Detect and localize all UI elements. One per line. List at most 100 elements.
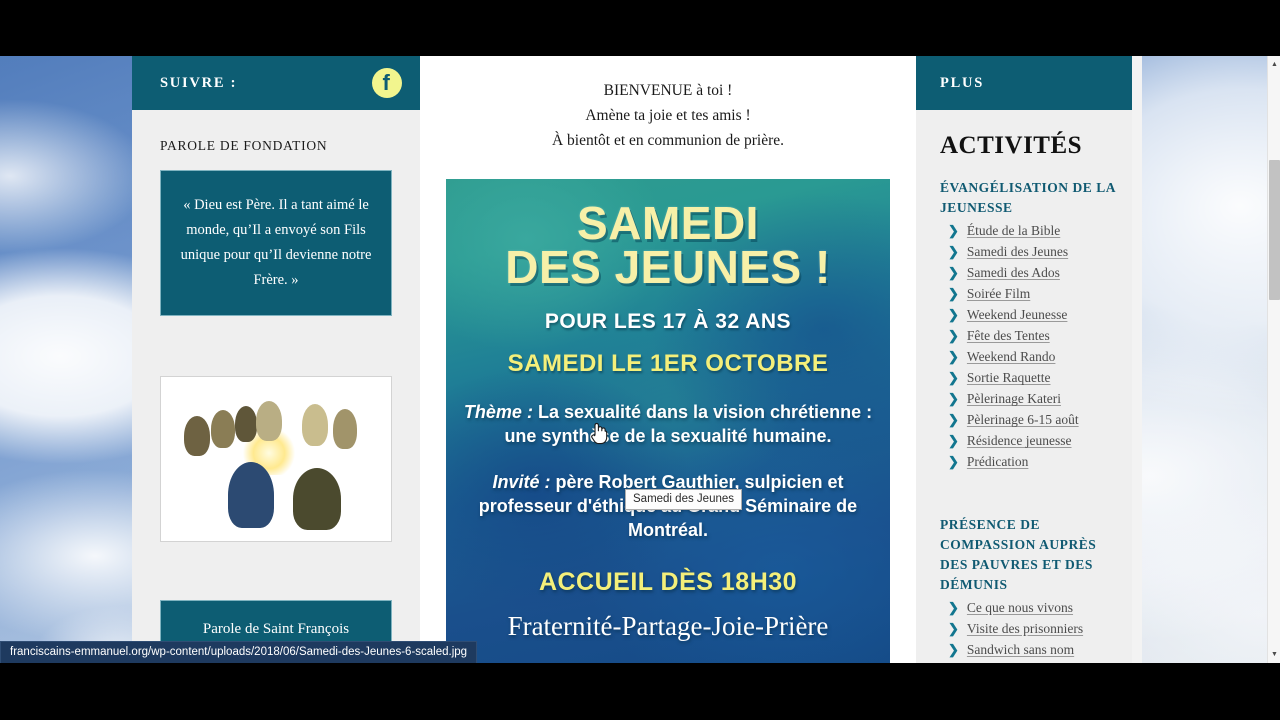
link-label[interactable]: Étude de la Bible — [967, 223, 1060, 239]
nativity-image — [167, 383, 385, 535]
chevron-right-icon: ❯ — [948, 600, 959, 616]
link-label[interactable]: Pèlerinage Kateri — [967, 391, 1061, 407]
follow-label: SUIVRE : — [160, 74, 238, 91]
poster-motto: Fraternité-Partage-Joie-Prière — [507, 611, 829, 642]
list-item[interactable]: ❯ Pèlerinage 6-15 août — [940, 410, 1116, 431]
figure — [210, 410, 235, 449]
welcome-text: BIENVENUE à toi ! Amène ta joie et tes a… — [420, 56, 916, 167]
screen-root: SUIVRE : f PAROLE DE FONDATION « Dieu es… — [0, 0, 1280, 720]
chevron-right-icon: ❯ — [948, 265, 959, 281]
left-sidebar: SUIVRE : f PAROLE DE FONDATION « Dieu es… — [132, 56, 420, 663]
letterbox-top — [0, 0, 1280, 56]
poster-guest-label: Invité : — [492, 471, 551, 492]
list-item[interactable]: ❯ Sortie Raquette — [940, 368, 1116, 389]
chevron-right-icon: ❯ — [948, 349, 959, 365]
plus-widget-header: PLUS — [916, 56, 1132, 110]
poster-age-range: POUR LES 17 À 32 ANS — [544, 309, 792, 333]
browser-viewport: SUIVRE : f PAROLE DE FONDATION « Dieu es… — [0, 56, 1280, 663]
activities-title: ACTIVITÉS — [940, 132, 1083, 159]
list-item[interactable]: ❯ Samedi des Jeunes — [940, 242, 1116, 263]
list-item[interactable]: ❯ Ce que nous vivons — [940, 598, 1116, 619]
samedi-des-jeunes-poster[interactable]: SAMEDI DES JEUNES ! POUR LES 17 À 32 ANS… — [446, 179, 890, 663]
site-content: SUIVRE : f PAROLE DE FONDATION « Dieu es… — [0, 56, 1267, 663]
right-sidebar: PLUS ACTIVITÉS ÉVANGÉLISATION DE LA JEUN… — [916, 56, 1132, 663]
scroll-down-arrow-icon[interactable]: ▼ — [1268, 648, 1280, 661]
link-label[interactable]: Sortie Raquette — [967, 370, 1051, 386]
welcome-line-2: Amène ta joie et tes amis ! — [585, 107, 751, 125]
letterbox-bottom — [0, 663, 1280, 720]
list-item[interactable]: ❯ Weekend Rando — [940, 347, 1116, 368]
poster-title-line-1: SAMEDI — [577, 197, 759, 250]
chevron-right-icon: ❯ — [948, 433, 959, 449]
chevron-right-icon: ❯ — [948, 307, 959, 323]
poster-welcome-time: ACCUEIL DÈS 18H30 — [538, 568, 798, 597]
figure-blue-mantle — [228, 461, 275, 528]
poster-theme-label: Thème : — [463, 401, 533, 422]
list-item[interactable]: ❯ Sandwich sans nom — [940, 640, 1116, 661]
figure — [234, 405, 257, 442]
list-item[interactable]: ❯ Prédication — [940, 452, 1116, 473]
figure — [332, 408, 357, 449]
list-item[interactable]: ❯ Pèlerinage Kateri — [940, 389, 1116, 410]
chevron-right-icon: ❯ — [948, 391, 959, 407]
link-label[interactable]: Ce que nous vivons — [967, 600, 1073, 616]
chevron-right-icon: ❯ — [948, 621, 959, 637]
list-item[interactable]: ❯ Visite des prisonniers — [940, 619, 1116, 640]
list-item[interactable]: ❯ Samedi des Ados — [940, 263, 1116, 284]
link-label[interactable]: Weekend Rando — [967, 349, 1056, 365]
poster-date: SAMEDI LE 1ER OCTOBRE — [507, 349, 829, 377]
link-label[interactable]: Samedi des Ados — [967, 265, 1060, 281]
link-label[interactable]: Sandwich sans nom — [967, 642, 1074, 658]
welcome-line-1: BIENVENUE à toi ! — [603, 82, 733, 99]
chevron-right-icon: ❯ — [948, 642, 959, 658]
chevron-right-icon: ❯ — [948, 370, 959, 386]
scroll-up-arrow-icon[interactable]: ▲ — [1268, 58, 1280, 71]
scrollbar-thumb[interactable] — [1269, 160, 1280, 300]
vertical-scrollbar[interactable]: ▲ ▼ — [1267, 56, 1280, 663]
chevron-right-icon: ❯ — [948, 454, 959, 470]
list-item[interactable]: ❯ Résidence jeunesse — [940, 431, 1116, 452]
figure-foreground — [293, 467, 342, 530]
figure — [302, 404, 329, 447]
compassion-link-list: ❯ Ce que nous vivons ❯ Visite des prisonni… — [940, 598, 1116, 661]
link-label[interactable]: Samedi des Jeunes — [967, 244, 1068, 260]
list-item[interactable]: ❯ Fête des Tentes — [940, 326, 1116, 347]
poster-theme-text: La sexualité dans la vision chrétienne :… — [504, 401, 873, 446]
poster-title-line-2: DES JEUNES ! — [505, 241, 831, 294]
foundation-quote-box: « Dieu est Père. Il a tant aimé le monde… — [160, 170, 392, 316]
chevron-right-icon: ❯ — [948, 328, 959, 344]
plus-label: PLUS — [940, 74, 985, 91]
poster-theme-block: Thème : La sexualité dans la vision chré… — [446, 400, 890, 448]
browser-status-bar: franciscains-emmanuel.org/wp-content/upl… — [0, 641, 478, 663]
list-item[interactable]: ❯ Soirée Film — [940, 284, 1116, 305]
welcome-line-3: À bientôt et en communion de prière. — [551, 132, 784, 150]
chevron-right-icon: ❯ — [948, 223, 959, 239]
figure — [184, 416, 211, 457]
chevron-right-icon: ❯ — [948, 244, 959, 260]
right-sidebar-body: ACTIVITÉS ÉVANGÉLISATION DE LA JEUNESSE … — [916, 110, 1132, 661]
main-content-column: BIENVENUE à toi ! Amène ta joie et tes a… — [420, 56, 916, 663]
link-label[interactable]: Prédication — [967, 454, 1028, 470]
chevron-right-icon: ❯ — [948, 412, 959, 428]
list-item[interactable]: ❯ Weekend Jeunesse — [940, 305, 1116, 326]
link-label[interactable]: Soirée Film — [967, 286, 1030, 302]
link-label[interactable]: Visite des prisonniers — [967, 621, 1083, 637]
link-label[interactable]: Pèlerinage 6-15 août — [967, 412, 1079, 428]
nativity-image-frame — [160, 375, 392, 542]
page-right-gutter — [1132, 56, 1142, 663]
list-item[interactable]: ❯ Étude de la Bible — [940, 221, 1116, 242]
poster-title: SAMEDI DES JEUNES ! — [446, 197, 890, 294]
figure — [256, 400, 283, 441]
follow-widget-header: SUIVRE : f — [132, 56, 420, 110]
chevron-right-icon: ❯ — [948, 286, 959, 302]
link-label[interactable]: Fête des Tentes — [967, 328, 1050, 344]
group-title-evangelisation: ÉVANGÉLISATION DE LA JEUNESSE — [940, 180, 1116, 215]
group-title-compassion: PRÉSENCE DE COMPASSION AUPRÈS DES PAUVRE… — [940, 516, 1097, 592]
image-tooltip: Samedi des Jeunes — [625, 489, 743, 510]
parole-de-fondation-heading: PAROLE DE FONDATION — [160, 138, 328, 153]
left-sidebar-body: PAROLE DE FONDATION « Dieu est Père. Il … — [132, 110, 420, 659]
link-label[interactable]: Weekend Jeunesse — [967, 307, 1068, 323]
evangelisation-link-list: ❯ Étude de la Bible ❯ Samedi des Jeunes ❯ S… — [940, 221, 1116, 473]
link-label[interactable]: Résidence jeunesse — [967, 433, 1072, 449]
facebook-icon[interactable]: f — [372, 68, 402, 98]
